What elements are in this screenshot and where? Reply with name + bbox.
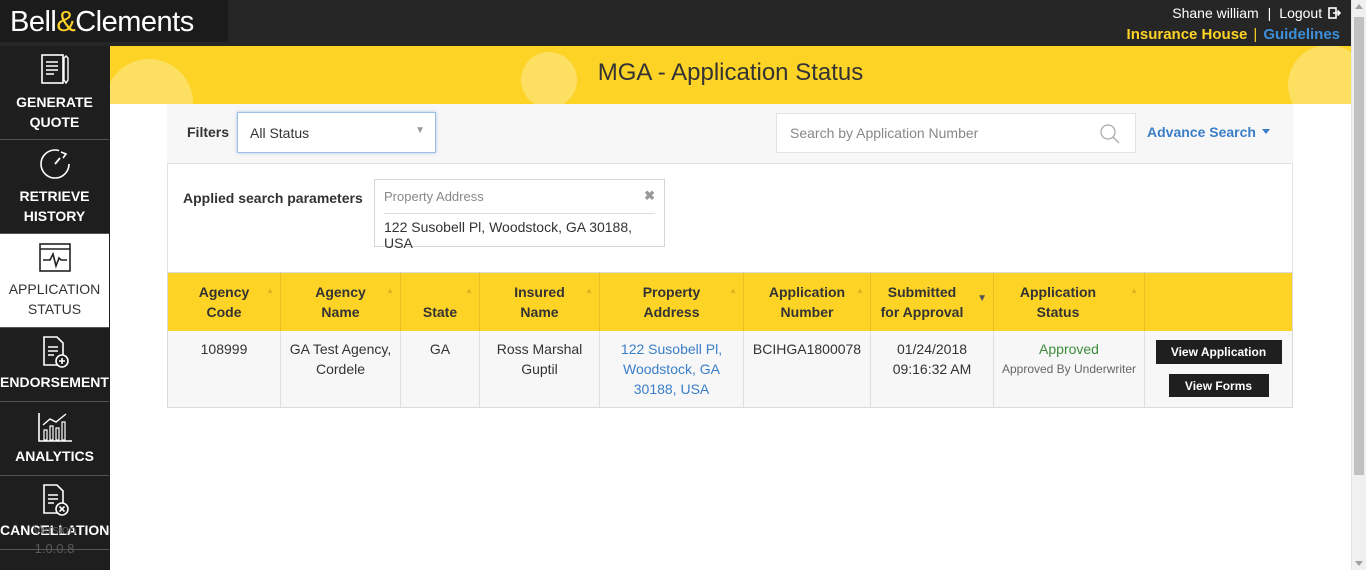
top-bar: Bell&Clements Shane william | Logout Insur… xyxy=(0,0,1351,46)
status-badge: Approved xyxy=(1039,341,1099,357)
col-header-state[interactable]: State ▲ xyxy=(401,273,480,331)
document-pen-icon xyxy=(40,54,69,85)
page-title: MGA - Application Status xyxy=(597,59,864,86)
brand-logo[interactable]: Bell&Clements xyxy=(0,0,228,42)
app-version: Version 1.0.0.8 xyxy=(0,520,109,558)
sort-desc-icon: ▼ xyxy=(977,293,987,304)
col-header-application-status[interactable]: Application Status ▲ xyxy=(994,273,1145,331)
application-search-input[interactable] xyxy=(777,114,1087,152)
advance-search-toggle[interactable]: Advance Search xyxy=(1147,124,1270,140)
sort-icon: ▲ xyxy=(465,286,473,295)
user-links: Shane william | Logout xyxy=(1172,5,1342,21)
table-row: 108999 GA Test Agency, Cordele GA Ross Ma… xyxy=(168,331,1292,407)
sidebar-item-generate-quote[interactable]: GENERATE QUOTE xyxy=(0,46,109,140)
sort-icon: ▲ xyxy=(1130,286,1138,295)
document-plus-icon xyxy=(42,336,69,368)
org-name-link[interactable]: Insurance House xyxy=(1127,26,1248,43)
cell-state: GA xyxy=(401,331,480,407)
sort-icon: ▲ xyxy=(386,286,394,295)
guidelines-link[interactable]: Guidelines xyxy=(1263,26,1340,43)
param-key: Property Address xyxy=(384,189,484,204)
separator: | xyxy=(1267,5,1272,21)
applied-param-chip: Property Address ✖ 122 Susobell Pl, Wood… xyxy=(374,179,665,251)
col-header-property-address[interactable]: Property Address ▲ xyxy=(600,273,744,331)
cell-property-address: 122 Susobell Pl, Woodstock, GA 30188, USA xyxy=(600,331,744,407)
view-forms-button[interactable]: View Forms xyxy=(1168,374,1269,397)
document-cancel-icon xyxy=(42,484,69,516)
page-banner: MGA - Application Status xyxy=(110,46,1351,104)
status-detail: Approved By Underwriter xyxy=(1001,362,1137,376)
col-header-submitted[interactable]: Submitted for Approval ▼ xyxy=(871,273,994,331)
cell-insured-name: Ross Marshal Guptil xyxy=(480,331,600,407)
scroll-up-icon[interactable] xyxy=(1355,4,1363,9)
param-value: 122 Susobell Pl, Woodstock, GA 30188, US… xyxy=(384,219,633,251)
col-header-application-number[interactable]: Application Number ▲ xyxy=(744,273,871,331)
sort-icon: ▲ xyxy=(266,286,274,295)
cell-agency-code: 108999 xyxy=(168,331,281,407)
logout-link[interactable]: Logout xyxy=(1279,5,1342,21)
sidebar-item-analytics[interactable]: ANALYTICS xyxy=(0,402,109,476)
logout-icon xyxy=(1328,7,1342,19)
search-icon[interactable] xyxy=(1099,123,1121,145)
user-name[interactable]: Shane william xyxy=(1172,5,1258,21)
sidebar-item-endorsement[interactable]: ENDORSEMENT xyxy=(0,328,109,402)
application-search-box xyxy=(776,113,1136,153)
cell-application-status: Approved Approved By Underwriter xyxy=(994,331,1145,407)
cell-actions: View Application View Forms xyxy=(1145,331,1292,407)
col-header-insured-name[interactable]: Insured Name ▲ xyxy=(480,273,600,331)
cell-application-number: BCIHGA1800078 xyxy=(744,331,871,407)
col-header-agency-code[interactable]: Agency Code ▲ xyxy=(168,273,281,331)
sort-icon: ▲ xyxy=(729,286,737,295)
col-header-actions xyxy=(1145,273,1292,331)
org-links: Insurance House | Guidelines xyxy=(1127,26,1340,43)
col-header-agency-name[interactable]: Agency Name ▲ xyxy=(281,273,401,331)
property-address-link[interactable]: 122 Susobell Pl, Woodstock, GA 30188, USA xyxy=(600,339,743,399)
scroll-down-icon[interactable] xyxy=(1355,561,1363,566)
table-header: Agency Code ▲ Agency Name ▲ State ▲ Insured Na… xyxy=(168,273,1292,331)
version-number: 1.0.0.8 xyxy=(34,541,75,556)
history-clock-icon xyxy=(39,149,70,179)
applied-params-label: Applied search parameters xyxy=(183,190,363,206)
sidebar-item-retrieve-history[interactable]: RETRIEVE HISTORY xyxy=(0,140,109,234)
filters-label: Filters xyxy=(187,124,230,140)
page-scrollbar[interactable] xyxy=(1351,0,1366,570)
close-icon[interactable]: ✖ xyxy=(644,188,655,204)
chevron-down-icon: ▼ xyxy=(415,125,425,136)
bar-chart-icon xyxy=(37,413,72,442)
scrollbar-thumb[interactable] xyxy=(1354,17,1364,475)
sort-icon: ▲ xyxy=(585,286,593,295)
status-monitor-icon xyxy=(38,243,71,272)
view-application-button[interactable]: View Application xyxy=(1155,340,1282,364)
sort-icon: ▲ xyxy=(856,286,864,295)
cell-agency-name: GA Test Agency, Cordele xyxy=(281,331,401,407)
divider xyxy=(384,213,655,214)
separator: | xyxy=(1253,26,1258,43)
caret-down-icon xyxy=(1261,129,1270,134)
applications-table: Agency Code ▲ Agency Name ▲ State ▲ Insured Na… xyxy=(167,272,1293,408)
sidebar-item-application-status[interactable]: APPLICATION STATUS xyxy=(0,234,109,328)
cell-submitted: 01/24/2018 09:16:32 AM xyxy=(871,331,994,407)
version-label: Version xyxy=(32,522,77,537)
status-filter-select[interactable]: All Status ▼ xyxy=(237,112,436,153)
applied-params-panel xyxy=(167,163,1293,273)
